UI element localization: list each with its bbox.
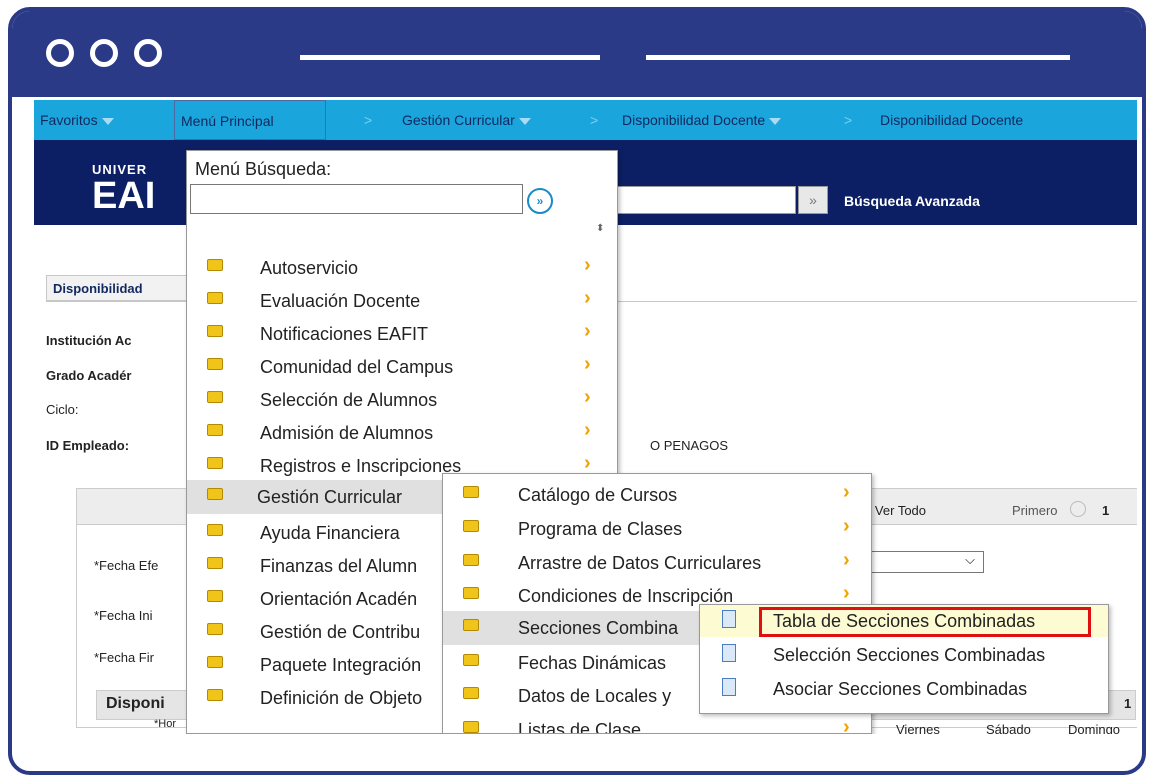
page-indicator: 1 (1102, 503, 1110, 518)
nav-favoritos[interactable]: Favoritos (40, 112, 114, 128)
dropdown-arrow-icon (518, 117, 531, 125)
chevron-right-icon: › (584, 353, 591, 375)
prev-page-icon[interactable] (1070, 501, 1086, 517)
breadcrumb-separator-icon: > (364, 112, 373, 128)
menu-search-title: Menú Búsqueda: (195, 159, 332, 179)
col-hora: *Hor (154, 718, 177, 730)
nav-menu-principal[interactable]: Menú Principal (174, 100, 326, 140)
chevron-right-icon: › (584, 320, 591, 342)
label-ciclo: Ciclo: (46, 402, 79, 417)
label-fecha-fin: *Fecha Fir (94, 650, 154, 665)
primero-link[interactable]: Primero (1012, 503, 1058, 518)
folder-icon (463, 619, 479, 631)
menu-item[interactable]: Evaluación Docente › (187, 284, 617, 316)
folder-icon (207, 689, 223, 701)
browser-frame: Favoritos Menú Principal > Gestión Curri… (8, 7, 1146, 775)
menu-item[interactable]: Autoservicio › (187, 251, 617, 283)
folder-icon (207, 292, 223, 304)
submenu-item[interactable]: Listas de Clase › (443, 713, 871, 734)
folder-icon (463, 687, 479, 699)
nav-disponibilidad-docente-current[interactable]: Disponibilidad Docente (880, 112, 1023, 128)
title-bar-line (646, 55, 1070, 60)
col-viernes: Viernes (896, 722, 940, 734)
link-seleccion-secciones-combinadas[interactable]: Selección Secciones Combinadas (700, 639, 1108, 671)
folder-icon (207, 623, 223, 635)
folder-icon (207, 259, 223, 271)
menu-item[interactable]: Comunidad del Campus › (187, 350, 617, 382)
advanced-search-link[interactable]: Búsqueda Avanzada (844, 193, 980, 209)
folder-icon (207, 524, 223, 536)
folder-icon (207, 325, 223, 337)
global-search-input[interactable] (608, 186, 796, 214)
col-sabado: Sábado (986, 722, 1031, 734)
chevron-right-icon: › (584, 254, 591, 276)
window-dot-icon (46, 39, 74, 67)
folder-icon (207, 557, 223, 569)
chevron-right-icon: › (584, 386, 591, 408)
folder-icon (207, 590, 223, 602)
highlight-box (759, 607, 1091, 637)
folder-icon (463, 587, 479, 599)
folder-icon (207, 358, 223, 370)
folder-icon (463, 520, 479, 532)
label-fecha-efectiva: *Fecha Efe (94, 558, 159, 573)
folder-icon (207, 488, 223, 500)
menu-search-go-button[interactable]: » (527, 188, 553, 214)
menu-item[interactable]: Notificaciones EAFIT › (187, 317, 617, 349)
empleado-nombre: O PENAGOS (650, 438, 729, 453)
chevron-right-icon: › (584, 419, 591, 441)
menu-item[interactable]: Admisión de Alumnos › (187, 416, 617, 448)
chevron-right-icon: › (584, 452, 591, 474)
label-institucion: Institución Ac (46, 333, 132, 348)
folder-icon (463, 486, 479, 498)
grid-count: 1 (1124, 696, 1132, 711)
window-dot-icon (134, 39, 162, 67)
chevron-right-icon: › (843, 716, 850, 734)
folder-icon (463, 721, 479, 733)
breadcrumb-separator-icon: > (590, 112, 599, 128)
label-fecha-inicio: *Fecha Ini (94, 608, 153, 623)
window-dot-icon (90, 39, 118, 67)
submenu-item[interactable]: Programa de Clases › (443, 512, 871, 544)
sort-icon[interactable]: ⬍ (596, 223, 604, 234)
link-asociar-secciones-combinadas[interactable]: Asociar Secciones Combinadas (700, 673, 1108, 705)
tab-disponibilidad[interactable]: Disponibilidad (46, 275, 196, 301)
menu-item[interactable]: Selección de Alumnos › (187, 383, 617, 415)
chevron-right-icon: › (584, 287, 591, 309)
folder-icon (463, 654, 479, 666)
app-screen: Favoritos Menú Principal > Gestión Curri… (34, 100, 1137, 734)
document-icon (722, 644, 736, 662)
link-tabla-secciones-combinadas[interactable]: Tabla de Secciones Combinadas (700, 605, 1108, 637)
chevron-down-icon: ⌵ (965, 552, 975, 567)
col-domingo: Domingo (1068, 722, 1121, 734)
dropdown-arrow-icon (101, 117, 114, 125)
folder-icon (463, 554, 479, 566)
title-bar-line (300, 55, 600, 60)
frame-header (12, 11, 1142, 97)
folder-icon (207, 391, 223, 403)
submenu-item[interactable]: Catálogo de Cursos › (443, 478, 871, 510)
document-icon (722, 678, 736, 696)
chevron-right-icon: › (843, 515, 850, 537)
document-icon (722, 610, 736, 628)
submenu-secciones-combinadas: Tabla de Secciones Combinadas Selección … (699, 604, 1109, 714)
folder-icon (207, 424, 223, 436)
grid-title: Disponi (106, 695, 165, 712)
breadcrumb-separator-icon: > (844, 112, 853, 128)
folder-icon (207, 656, 223, 668)
nav-disponibilidad-docente[interactable]: Disponibilidad Docente (622, 112, 782, 128)
logo-text: EAI (92, 175, 156, 217)
label-id-empleado: ID Empleado: (46, 438, 130, 453)
top-navigation: Favoritos Menú Principal > Gestión Curri… (34, 100, 1137, 140)
chevron-right-icon: › (843, 582, 850, 604)
submenu-item[interactable]: Arrastre de Datos Curriculares › (443, 546, 871, 578)
nav-gestion-curricular[interactable]: Gestión Curricular (402, 112, 531, 128)
chevron-right-icon: › (843, 481, 850, 503)
menu-search-input[interactable] (190, 184, 523, 214)
chevron-right-icon: › (843, 549, 850, 571)
global-search-button[interactable]: » (798, 186, 828, 214)
dropdown-arrow-icon (769, 117, 782, 125)
folder-icon (207, 457, 223, 469)
label-grado: Grado Acadér (46, 368, 132, 383)
